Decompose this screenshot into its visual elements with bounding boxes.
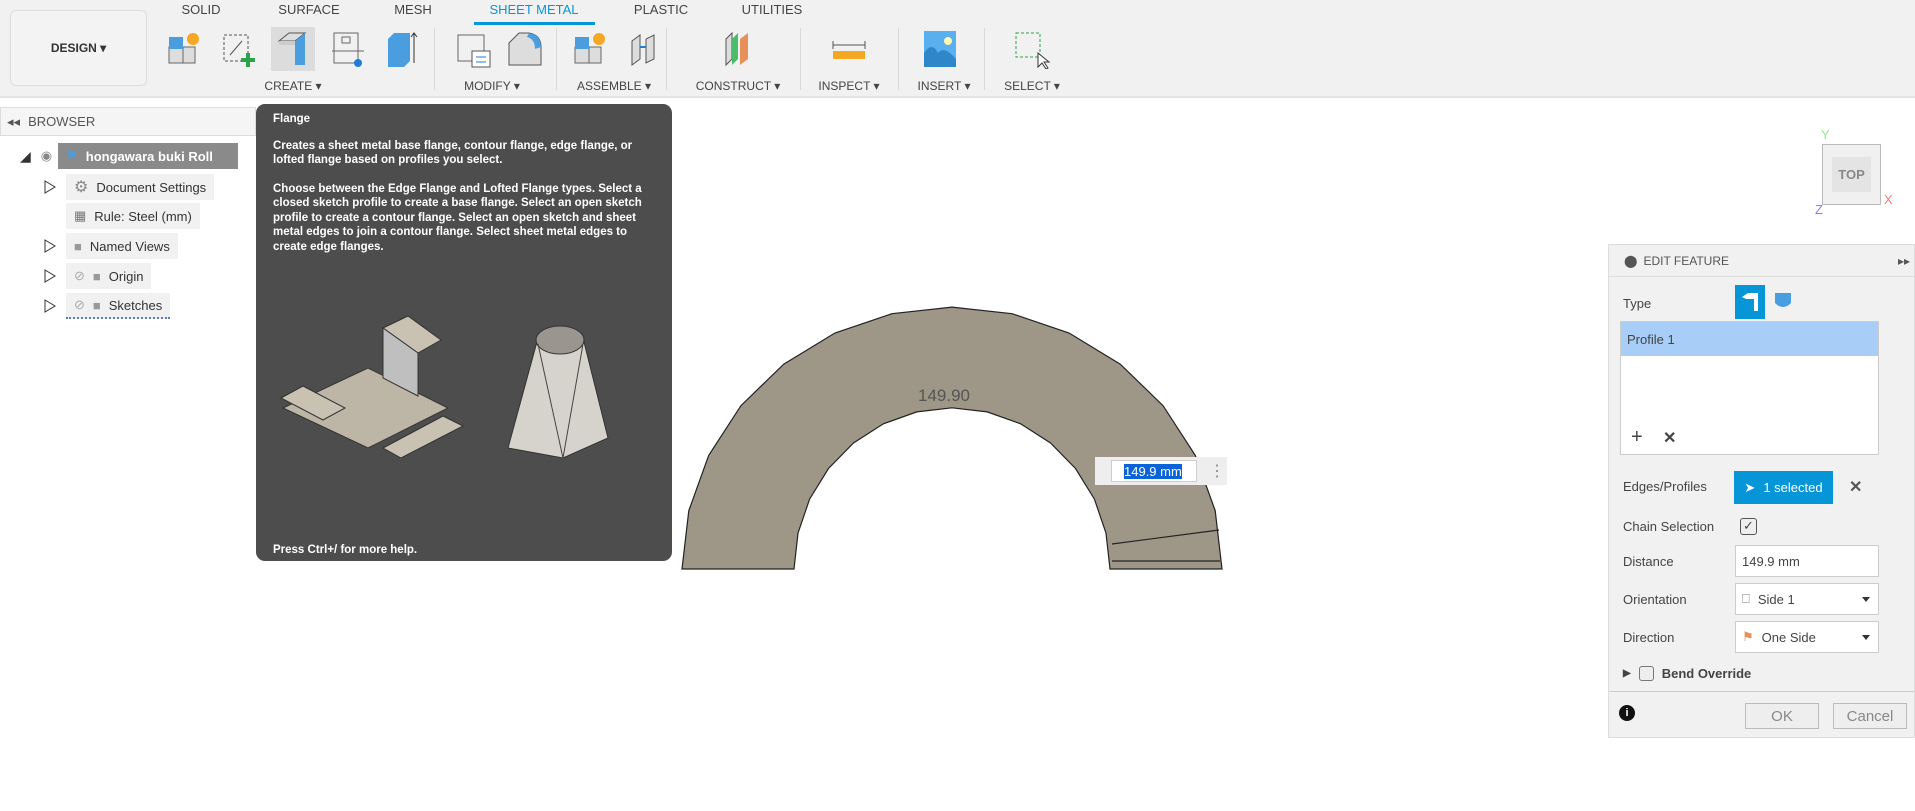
tooltip-help-hint: Press Ctrl+/ for more help. (273, 543, 418, 556)
remove-icon[interactable]: ✕ (1663, 428, 1676, 448)
dimension-label: 149.90 (918, 386, 970, 405)
bend-override-label: Bend Override (1661, 665, 1752, 681)
distance-input[interactable]: 149.9 mm (1735, 545, 1879, 577)
divider (1609, 691, 1914, 692)
side-icon: ⎕ (1742, 591, 1750, 606)
expand-triangle-icon[interactable]: ▶ (1623, 668, 1631, 679)
flange-tooltip: Flange Creates a sheet metal base flange… (256, 104, 672, 561)
dimension-input[interactable]: 149.9 mm (1124, 463, 1182, 479)
bend-override-section[interactable]: ▶ Bend Override (1623, 661, 1751, 685)
edges-selection-button[interactable]: ➤ 1 selected (1734, 471, 1833, 504)
axis-y-label: Y (1821, 127, 1830, 142)
orientation-value: Side 1 (1757, 591, 1795, 607)
direction-label: Direction (1623, 629, 1675, 645)
viewcube-face-top[interactable]: TOP (1832, 157, 1871, 192)
cancel-button[interactable]: Cancel (1833, 703, 1907, 729)
minimize-icon[interactable]: ⬤ (1624, 254, 1637, 268)
cursor-icon: ➤ (1744, 479, 1756, 495)
type-lofted-flange-button[interactable] (1771, 287, 1795, 315)
dimension-input-box[interactable]: 149.9 mm ⋮ (1095, 457, 1227, 485)
chain-selection-label: Chain Selection (1623, 518, 1715, 534)
more-options-icon[interactable]: ⋮ (1209, 461, 1225, 481)
profile-list[interactable]: Profile 1 + ✕ (1620, 321, 1879, 455)
flange-part (681, 306, 1223, 570)
chevron-down-icon (1862, 635, 1870, 640)
tooltip-description: Creates a sheet metal base flange, conto… (273, 139, 633, 167)
orientation-label: Orientation (1623, 591, 1687, 607)
distance-label: Distance (1623, 553, 1674, 569)
edges-profiles-label: Edges/Profiles (1623, 478, 1707, 494)
lofted-flange-icon (1775, 293, 1791, 307)
axis-x-label: X (1884, 192, 1893, 207)
expand-panel-icon[interactable]: ▸▸ (1898, 254, 1910, 268)
add-icon[interactable]: + (1631, 426, 1643, 449)
info-icon[interactable]: i (1619, 705, 1635, 721)
edges-selected-count: 1 selected (1763, 480, 1823, 495)
direction-value: One Side (1761, 629, 1816, 645)
chain-selection-checkbox[interactable]: ✓ (1740, 518, 1757, 535)
bend-override-checkbox[interactable] (1638, 665, 1654, 681)
flange-example-illustration (279, 315, 609, 459)
axis-z-label: Z (1815, 202, 1823, 217)
direction-dropdown[interactable]: ⚑ One Side (1735, 621, 1879, 653)
tooltip-details: Choose between the Edge Flange and Lofte… (273, 182, 642, 253)
profile-list-item[interactable]: Profile 1 (1621, 322, 1878, 356)
type-label: Type (1623, 295, 1652, 311)
orientation-dropdown[interactable]: ⎕ Side 1 (1735, 583, 1879, 615)
edit-feature-panel: ⬤ EDIT FEATURE ▸▸ Type Profile 1 + ✕ Edges… (1608, 244, 1915, 738)
flange-type-icon (1742, 293, 1758, 311)
ok-button[interactable]: OK (1745, 703, 1819, 729)
viewcube[interactable]: TOP (1822, 144, 1881, 205)
chevron-down-icon (1862, 597, 1870, 602)
panel-title: EDIT FEATURE (1643, 253, 1730, 268)
type-flange-button[interactable] (1735, 285, 1765, 319)
clear-selection-icon[interactable]: ✕ (1849, 477, 1862, 497)
panel-header[interactable]: ⬤ EDIT FEATURE ▸▸ (1609, 245, 1914, 277)
tooltip-title: Flange (273, 113, 311, 125)
distance-value: 149.9 mm (1742, 553, 1800, 569)
direction-flag-icon: ⚑ (1742, 629, 1754, 644)
